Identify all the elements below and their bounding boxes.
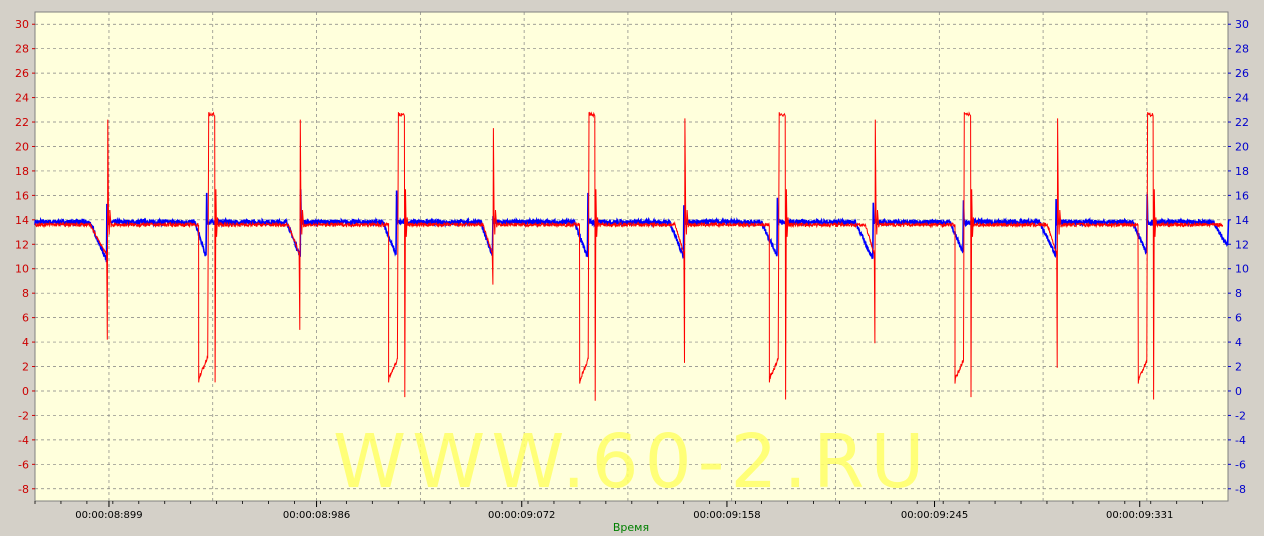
y-tick-label-right: 10 <box>1235 263 1249 276</box>
y-tick-label-left: 4 <box>22 336 29 349</box>
y-tick-label-right: -8 <box>1235 483 1246 496</box>
y-tick-label-left: 28 <box>15 43 29 56</box>
y-tick-label-right: -4 <box>1235 434 1246 447</box>
y-tick-label-right: 28 <box>1235 43 1249 56</box>
y-tick-label-left: 24 <box>15 92 29 105</box>
y-tick-label-right: 14 <box>1235 214 1249 227</box>
x-tick-label: 00:00:09:331 <box>1106 510 1173 521</box>
y-tick-label-left: 30 <box>15 18 29 31</box>
y-tick-label-right: 30 <box>1235 18 1249 31</box>
left-y-axis: 302826242220181614121086420-2-4-6-8 <box>15 18 35 496</box>
y-tick-label-right: 6 <box>1235 312 1242 325</box>
y-tick-label-right: 22 <box>1235 116 1249 129</box>
x-tick-label: 00:00:09:158 <box>693 510 760 521</box>
x-tick-label: 00:00:08:899 <box>75 510 142 521</box>
chart-container: WWW.60-2.RU 30 28 26 24 22 20 18 16 14 12 10 8 6 4 2 0-… <box>0 0 1264 536</box>
y-tick-label-left: 14 <box>15 214 29 227</box>
x-axis-label: Время <box>613 521 649 534</box>
y-tick-label-left: 22 <box>15 116 29 129</box>
right-y-axis: 302826242220181614121086420-2-4-6-8 <box>1228 18 1249 496</box>
x-tick-label: 00:00:08:986 <box>283 510 350 521</box>
y-tick-label-right: 26 <box>1235 67 1249 80</box>
y-tick-label-right: 16 <box>1235 189 1249 202</box>
y-tick-label-left: 10 <box>15 263 29 276</box>
y-tick-label-right: 2 <box>1235 361 1242 374</box>
y-tick-label-right: 24 <box>1235 92 1249 105</box>
y-tick-label-left: 8 <box>22 287 29 300</box>
y-tick-label-left: 0 <box>22 385 29 398</box>
x-tick-label: 00:00:09:245 <box>901 510 968 521</box>
y-tick-label-left: 18 <box>15 165 29 178</box>
y-tick-label-right: 4 <box>1235 336 1242 349</box>
y-tick-label-right: 0 <box>1235 385 1242 398</box>
y-tick-label-right: -2 <box>1235 409 1246 422</box>
y-tick-label-left: -8 <box>18 483 29 496</box>
y-tick-label-left: 12 <box>15 238 29 251</box>
y-tick-label-left: 6 <box>22 312 29 325</box>
y-tick-label-right: 12 <box>1235 238 1249 251</box>
y-tick-label-left: -4 <box>18 434 29 447</box>
y-tick-label-left: -6 <box>18 458 29 471</box>
x-tick-label: 00:00:09:072 <box>488 510 555 521</box>
y-tick-label-left: 26 <box>15 67 29 80</box>
oscilloscope-chart: WWW.60-2.RU 302826242220181614121086420-… <box>15 11 1249 534</box>
y-tick-label-right: 18 <box>1235 165 1249 178</box>
y-tick-label-left: 20 <box>15 140 29 153</box>
y-tick-label-left: -2 <box>18 409 29 422</box>
y-tick-label-left: 2 <box>22 361 29 374</box>
y-tick-label-right: 8 <box>1235 287 1242 300</box>
y-tick-label-right: 20 <box>1235 140 1249 153</box>
y-tick-label-right: -6 <box>1235 458 1246 471</box>
y-tick-label-left: 16 <box>15 189 29 202</box>
watermark: WWW.60-2.RU <box>333 419 931 505</box>
